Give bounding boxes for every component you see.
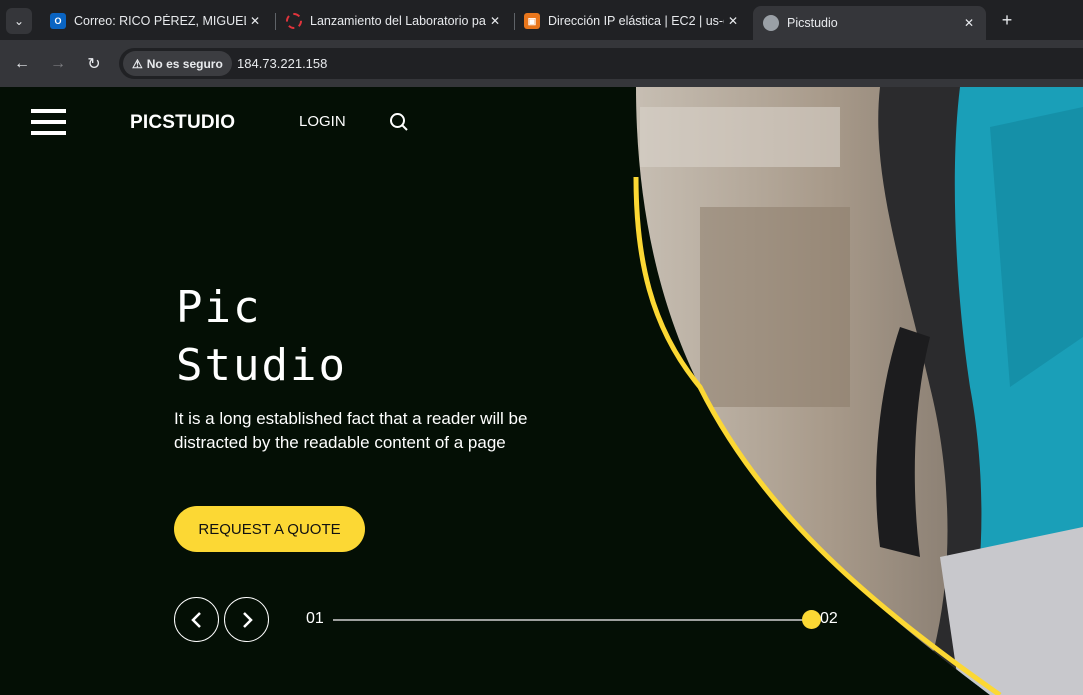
- address-bar[interactable]: ⚠ No es seguro 184.73.221.158: [119, 48, 1083, 79]
- chevron-right-icon: [242, 611, 253, 628]
- login-link[interactable]: LOGIN: [299, 113, 346, 130]
- close-icon[interactable]: ✕: [486, 12, 504, 30]
- aws-icon: ▣: [524, 13, 540, 29]
- close-icon[interactable]: ✕: [724, 12, 742, 30]
- hero-description: It is a long established fact that a rea…: [174, 409, 528, 452]
- picstudio-page: PICSTUDIO LOGIN Pic Studio It is a long …: [0, 87, 1083, 695]
- lab-icon: [286, 13, 302, 29]
- tab-picstudio[interactable]: Picstudio ✕: [753, 6, 986, 40]
- slide-end-number: 02: [820, 610, 838, 627]
- tab-title: Correo: RICO PÉREZ, MIGUEL - (: [74, 14, 246, 28]
- back-button[interactable]: ←: [8, 50, 36, 78]
- tab-lab[interactable]: Lanzamiento del Laboratorio pa ✕: [276, 6, 512, 36]
- security-chip[interactable]: ⚠ No es seguro: [123, 51, 232, 76]
- slide-progress-track[interactable]: [333, 619, 813, 621]
- tab-strip: ⌄ O Correo: RICO PÉREZ, MIGUEL - ( ✕ Lan…: [0, 0, 1083, 40]
- tab-title: Dirección IP elástica | EC2 | us-e: [548, 14, 724, 28]
- hero-title-line1: Pic: [176, 282, 262, 333]
- brand-logo[interactable]: PICSTUDIO: [130, 112, 235, 134]
- reload-button[interactable]: ↻: [80, 50, 108, 78]
- prev-slide-button[interactable]: [174, 597, 219, 642]
- request-quote-button[interactable]: REQUEST A QUOTE: [174, 506, 365, 552]
- warning-icon: ⚠: [132, 56, 143, 71]
- browser-toolbar: ← → ↻ ⚠ No es seguro 184.73.221.158: [0, 40, 1083, 87]
- search-icon[interactable]: [389, 112, 409, 132]
- hamburger-menu-icon[interactable]: [31, 109, 66, 139]
- globe-icon: [763, 15, 779, 31]
- close-icon[interactable]: ✕: [960, 14, 978, 32]
- hero-title-line2: Studio: [176, 340, 347, 391]
- url-text[interactable]: 184.73.221.158: [237, 56, 327, 71]
- slide-start-number: 01: [306, 610, 324, 627]
- tab-outlook[interactable]: O Correo: RICO PÉREZ, MIGUEL - ( ✕: [40, 6, 272, 36]
- tab-search-button[interactable]: ⌄: [6, 8, 32, 34]
- hero-title: Pic Studio: [176, 279, 347, 395]
- outlook-icon: O: [50, 13, 66, 29]
- security-label: No es seguro: [146, 56, 223, 71]
- tab-aws[interactable]: ▣ Dirección IP elástica | EC2 | us-e ✕: [514, 6, 750, 36]
- forward-button[interactable]: →: [44, 50, 72, 78]
- next-slide-button[interactable]: [224, 597, 269, 642]
- tab-title: Picstudio: [787, 16, 838, 30]
- tab-title: Lanzamiento del Laboratorio pa: [310, 14, 486, 28]
- new-tab-button[interactable]: +: [996, 9, 1018, 31]
- chevron-left-icon: [190, 611, 201, 628]
- close-icon[interactable]: ✕: [246, 12, 264, 30]
- hero-photo: [633, 87, 1083, 695]
- slide-progress-knob[interactable]: [802, 610, 821, 629]
